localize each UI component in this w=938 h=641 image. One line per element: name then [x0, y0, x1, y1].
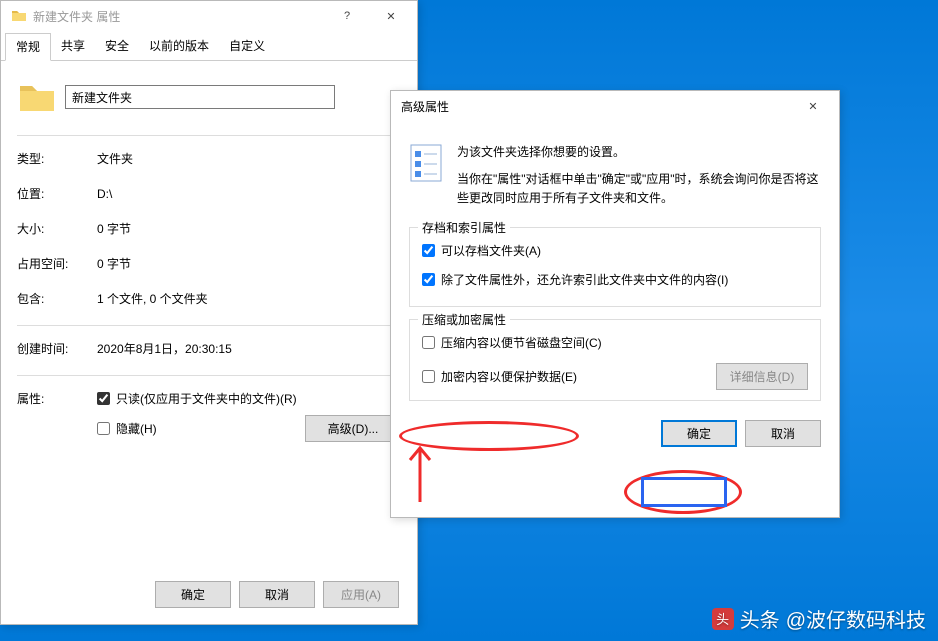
window-title: 新建文件夹 属性 — [33, 8, 325, 25]
hidden-checkbox[interactable] — [97, 422, 110, 435]
size-value: 0 字节 — [97, 220, 401, 237]
size-label: 大小: — [17, 220, 97, 237]
close-button[interactable]: ✕ — [369, 2, 413, 30]
contains-value: 1 个文件, 0 个文件夹 — [97, 290, 401, 307]
adv-cancel-button[interactable]: 取消 — [745, 420, 821, 447]
folder-large-icon — [17, 77, 57, 117]
adv-close-button[interactable]: ✕ — [791, 92, 835, 120]
properties-window: 新建文件夹 属性 ? ✕ 常规 共享 安全 以前的版本 自定义 类型:文件夹 位… — [0, 0, 418, 625]
titlebar: 新建文件夹 属性 ? ✕ — [1, 1, 417, 31]
contains-label: 包含: — [17, 290, 97, 307]
created-value: 2020年8月1日，20:30:15 — [97, 340, 401, 357]
compress-checkbox[interactable] — [422, 336, 435, 349]
location-value: D:\ — [97, 187, 401, 201]
index-checkbox[interactable] — [422, 273, 435, 286]
tab-previous-versions[interactable]: 以前的版本 — [139, 33, 219, 60]
apply-button[interactable]: 应用(A) — [323, 581, 399, 608]
watermark-handle: @波仔数码科技 — [786, 604, 926, 633]
settings-sheet-icon — [409, 143, 443, 183]
compress-section: 压缩或加密属性 压缩内容以便节省磁盘空间(C) 加密内容以便保护数据(E) 详细… — [409, 319, 821, 401]
help-button[interactable]: ? — [325, 2, 369, 30]
advanced-button[interactable]: 高级(D)... — [305, 415, 401, 442]
tab-content-general: 类型:文件夹 位置:D:\ 大小:0 字节 占用空间:0 字节 包含:1 个文件… — [1, 61, 417, 484]
hidden-label: 隐藏(H) — [116, 420, 157, 437]
archive-legend: 存档和索引属性 — [418, 219, 510, 236]
ok-button[interactable]: 确定 — [155, 581, 231, 608]
watermark-prefix: 头条 — [740, 604, 780, 633]
folder-name-input[interactable] — [65, 85, 335, 109]
adv-intro1: 为该文件夹选择你想要的设置。 — [457, 143, 821, 162]
tab-share[interactable]: 共享 — [51, 33, 95, 60]
encrypt-checkbox[interactable] — [422, 370, 435, 383]
readonly-label: 只读(仅应用于文件夹中的文件)(R) — [116, 390, 297, 407]
archive-label: 可以存档文件夹(A) — [441, 242, 541, 259]
adv-title: 高级属性 — [395, 98, 791, 115]
index-label: 除了文件属性外，还允许索引此文件夹中文件的内容(I) — [441, 271, 728, 288]
created-label: 创建时间: — [17, 340, 97, 357]
tab-general[interactable]: 常规 — [5, 33, 51, 61]
advanced-attributes-dialog: 高级属性 ✕ 为该文件夹选择你想要的设置。 当你在"属性"对话框中单击"确定"或… — [390, 90, 840, 518]
size-disk-value: 0 字节 — [97, 255, 401, 272]
tab-customize[interactable]: 自定义 — [219, 33, 275, 60]
type-value: 文件夹 — [97, 150, 401, 167]
compress-label: 压缩内容以便节省磁盘空间(C) — [441, 334, 602, 351]
adv-intro2: 当你在"属性"对话框中单击"确定"或"应用"时，系统会询问你是否将这些更改同时应… — [457, 170, 821, 208]
tab-security[interactable]: 安全 — [95, 33, 139, 60]
type-label: 类型: — [17, 150, 97, 167]
readonly-checkbox[interactable] — [97, 392, 110, 405]
adv-titlebar: 高级属性 ✕ — [391, 91, 839, 121]
details-button[interactable]: 详细信息(D) — [716, 363, 808, 390]
cancel-button[interactable]: 取消 — [239, 581, 315, 608]
size-disk-label: 占用空间: — [17, 255, 97, 272]
encrypt-label: 加密内容以便保护数据(E) — [441, 368, 577, 385]
toutiao-logo-icon: 头 — [712, 608, 734, 630]
folder-icon — [11, 8, 27, 24]
archive-section: 存档和索引属性 可以存档文件夹(A) 除了文件属性外，还允许索引此文件夹中文件的… — [409, 227, 821, 307]
watermark: 头 头条 @波仔数码科技 — [712, 604, 926, 633]
attributes-label: 属性: — [17, 390, 97, 407]
adv-intro-row: 为该文件夹选择你想要的设置。 当你在"属性"对话框中单击"确定"或"应用"时，系… — [409, 143, 821, 209]
tabs: 常规 共享 安全 以前的版本 自定义 — [1, 33, 417, 61]
archive-checkbox[interactable] — [422, 244, 435, 257]
adv-ok-button[interactable]: 确定 — [661, 420, 737, 447]
compress-legend: 压缩或加密属性 — [418, 311, 510, 328]
location-label: 位置: — [17, 185, 97, 202]
